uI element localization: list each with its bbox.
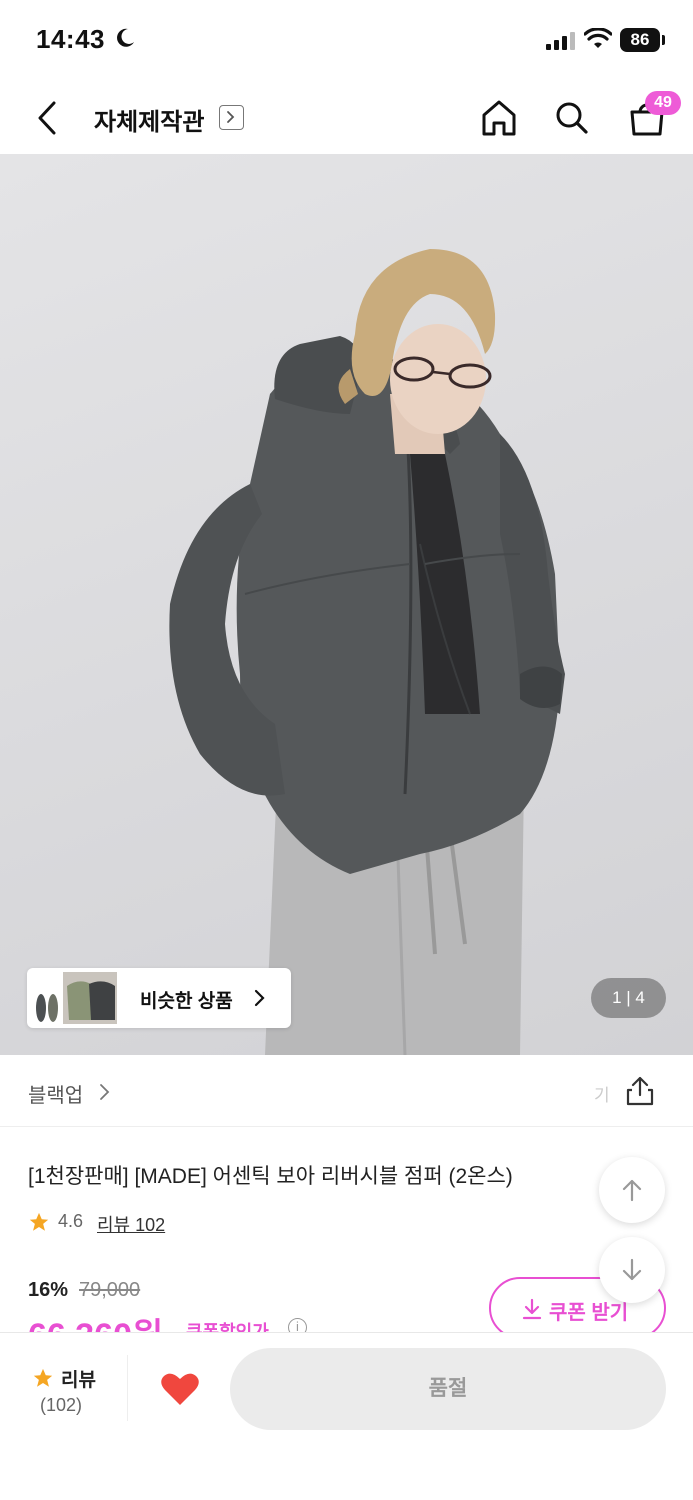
price-block: 16% 79,000 66,360원 쿠폰할인가 i 쿠폰 받기 [0,1270,693,1332]
info-icon[interactable]: i [288,1318,307,1332]
page-title[interactable]: 자체제작관 [94,102,204,137]
brand-link[interactable]: 블랙업 [28,1079,83,1108]
battery-indicator: 86 [620,28,660,52]
similar-products-button[interactable]: 비슷한 상품 [27,968,291,1028]
sale-price: 66,360원 [28,1308,163,1332]
arrow-up-icon [622,1179,642,1202]
download-icon [522,1298,542,1320]
review-button-label[interactable]: 리뷰 [61,1365,96,1392]
review-count-link[interactable]: 리뷰 102 [97,1211,165,1237]
original-price: 79,000 [79,1279,141,1301]
chevron-right-icon [100,1084,110,1100]
chevron-right-icon [254,989,265,1007]
faded-label: 기 [594,1086,610,1105]
scroll-to-bottom-button[interactable] [599,1237,665,1303]
scroll-to-top-button[interactable] [599,1157,665,1223]
brand-row: 블랙업 기 [0,1055,693,1127]
similar-products-thumbnail [36,972,117,1024]
sold-out-button[interactable]: 품절 [230,1348,666,1430]
heart-icon[interactable] [160,1371,200,1407]
star-icon [29,1212,49,1231]
image-counter: 1 | 4 [591,978,666,1018]
discount-rate: 16% [28,1279,69,1301]
moon-icon [117,28,134,47]
review-button-count[interactable]: (102) [40,1395,82,1416]
home-icon[interactable] [480,98,518,138]
product-image-carousel[interactable]: 비슷한 상품 1 | 4 [0,154,693,1055]
product-photo [169,249,565,1055]
status-bar: 14:43 86 [0,0,693,80]
status-time: 14:43 [36,24,105,54]
wifi-icon [584,28,612,48]
rating-score: 4.6 [58,1211,84,1231]
battery-tip [662,35,665,45]
search-icon[interactable] [553,98,591,138]
get-coupon-label: 쿠폰 받기 [549,1302,629,1324]
title-chevron-box[interactable] [219,105,244,130]
cart-count-badge: 49 [645,91,681,115]
star-icon [33,1368,53,1387]
share-icon[interactable] [624,1075,656,1107]
product-name: [1천장판매] [MADE] 어센틱 보아 리버시블 점퍼 (2온스) [28,1165,513,1188]
bottom-action-bar: 리뷰 (102) 품절 [0,1332,693,1500]
similar-products-label: 비슷한 상품 [140,991,233,1012]
arrow-down-icon [622,1258,642,1281]
back-arrow-icon[interactable] [30,98,64,138]
cellular-signal-icon [546,32,575,50]
divider [127,1355,128,1421]
top-nav-bar: 자체제작관 49 [0,80,693,154]
chevron-right-icon [227,111,235,123]
coupon-price-label: 쿠폰할인가 [186,1322,269,1332]
